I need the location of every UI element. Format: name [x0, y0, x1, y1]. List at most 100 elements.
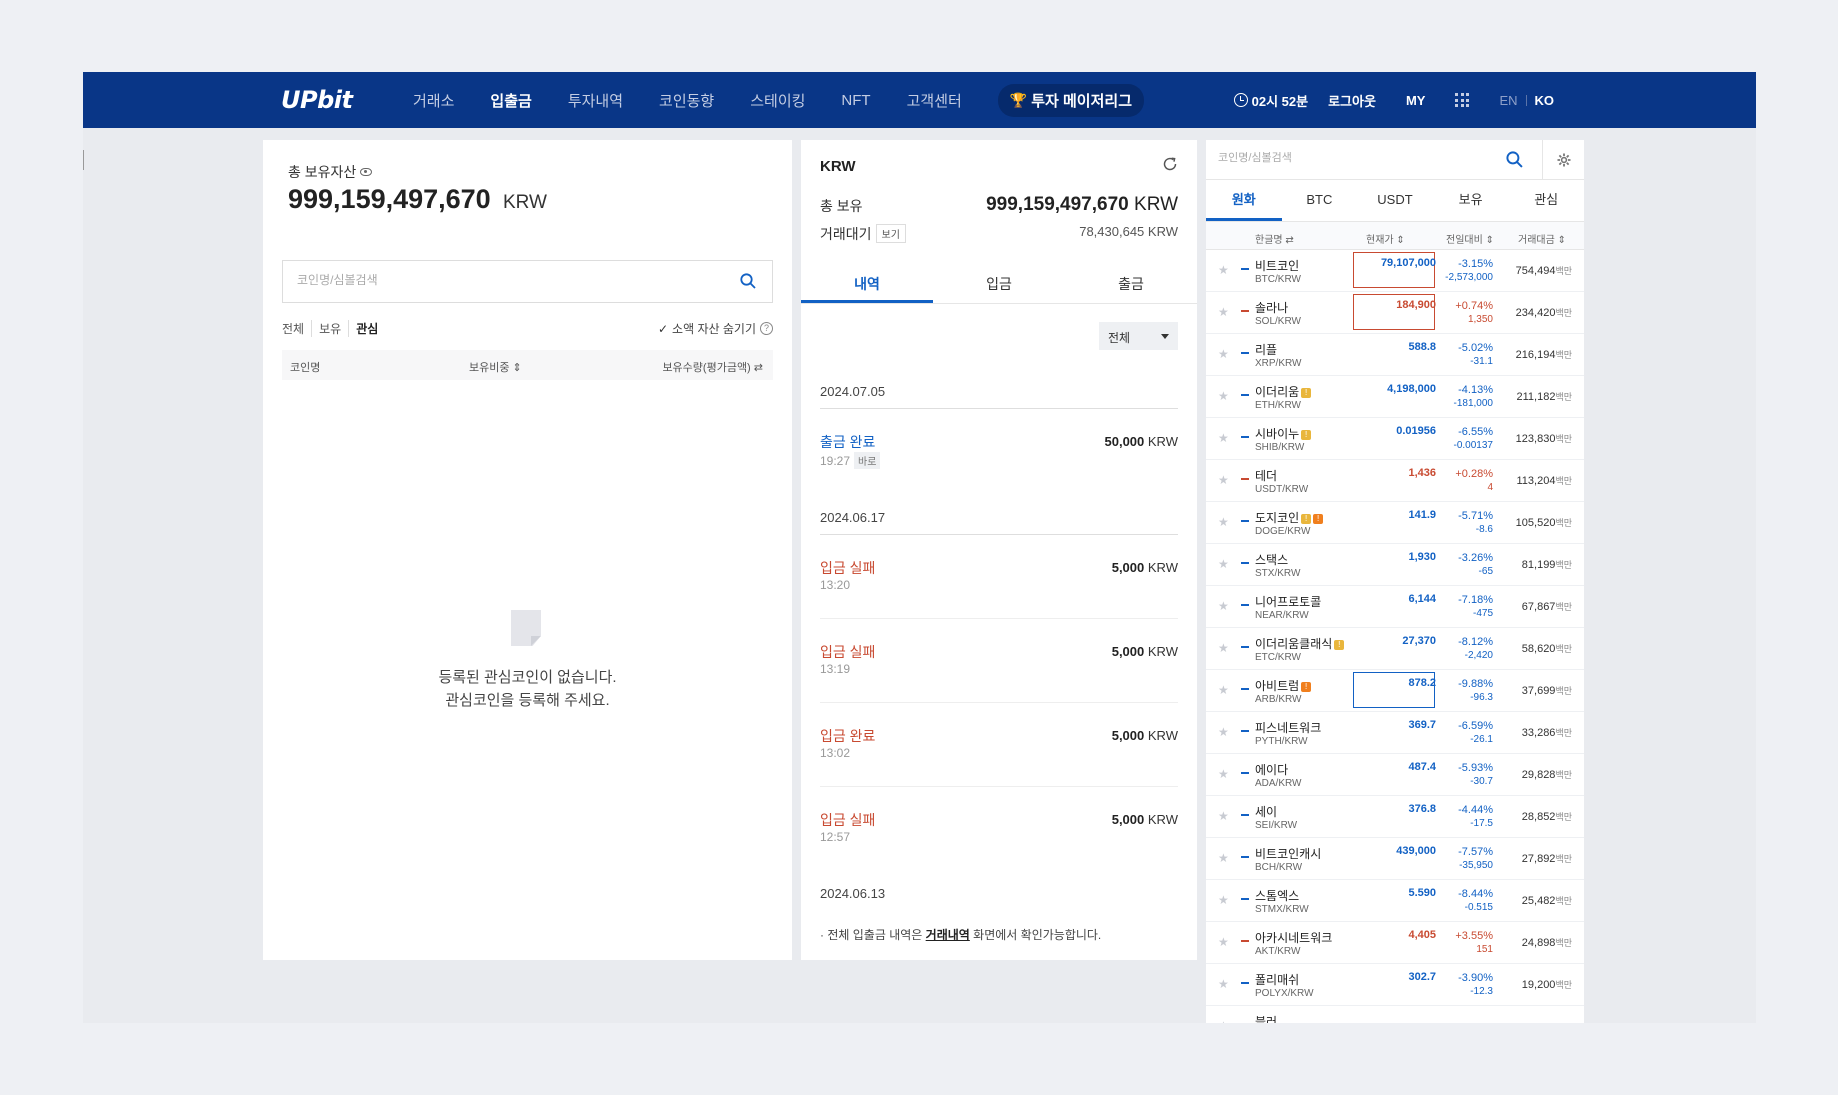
star-icon[interactable]: ★ [1218, 431, 1229, 445]
pending-view-button[interactable]: 보기 [875, 224, 906, 243]
help-icon[interactable]: ? [760, 322, 773, 335]
star-icon[interactable]: ★ [1218, 641, 1229, 655]
star-icon[interactable]: ★ [1218, 515, 1229, 529]
coin-row[interactable]: ★ 니어프로토콜 NEAR/KRW 6,144 -7.18% -475 67,867백만 [1206, 586, 1584, 628]
coin-row[interactable]: ★ 솔라나 SOL/KRW 184,900 +0.74% 1,350 234,420백만 [1206, 292, 1584, 334]
coin-pair: PYTH/KRW [1255, 736, 1308, 747]
history-filter-select[interactable]: 전체 [1099, 322, 1178, 350]
coin-volume-unit: 백만 [1555, 602, 1572, 612]
coin-row[interactable]: ★ 테더 USDT/KRW 1,436 +0.28% 4 113,204백만 [1206, 460, 1584, 502]
star-icon[interactable]: ★ [1218, 725, 1229, 739]
col-korean-name[interactable]: 한글명 ⇄ [1255, 231, 1294, 246]
eye-icon[interactable] [360, 168, 373, 176]
coin-pair: ETC/KRW [1255, 652, 1301, 663]
tab-holdings[interactable]: 보유 [1433, 180, 1509, 221]
refresh-icon[interactable] [1162, 156, 1178, 172]
search-icon[interactable] [1506, 151, 1523, 168]
hide-small-assets-toggle[interactable]: ✓ 소액 자산 숨기기 ? [658, 320, 773, 337]
trade-history-link[interactable]: 거래내역 [926, 928, 970, 942]
my-page-button[interactable]: MY [1406, 93, 1426, 108]
nav-customer-center[interactable]: 고객센터 [907, 90, 962, 111]
filter-all[interactable]: 전체 [282, 320, 311, 337]
tab-usdt-market[interactable]: USDT [1357, 180, 1433, 221]
star-icon[interactable]: ★ [1218, 347, 1229, 361]
coin-row[interactable]: ★ 에이다 ADA/KRW 487.4 -5.93% -30.7 29,828백만 [1206, 754, 1584, 796]
star-icon[interactable]: ★ [1218, 389, 1229, 403]
nav-staking[interactable]: 스테이킹 [750, 90, 805, 111]
coin-volume-value: 754,494 [1515, 265, 1556, 277]
filter-holdings[interactable]: 보유 [311, 320, 348, 337]
coin-row[interactable]: ★ 이더리움클래식! ETC/KRW 27,370 -8.12% -2,420 58,620… [1206, 628, 1584, 670]
tx-tag: 바로 [854, 452, 881, 469]
total-assets-amount: 999,159,497,670 [288, 184, 491, 214]
star-icon[interactable]: ★ [1218, 1019, 1229, 1023]
coin-name: 이더리움클래식! [1255, 635, 1345, 652]
logout-button[interactable]: 로그아웃 [1328, 91, 1376, 110]
settings-button[interactable] [1542, 140, 1584, 180]
nav-coin-trends[interactable]: 코인동향 [659, 90, 714, 111]
star-icon[interactable]: ★ [1218, 767, 1229, 781]
tab-krw-market[interactable]: 원화 [1206, 180, 1282, 221]
nav-investment-history[interactable]: 투자내역 [568, 90, 623, 111]
coin-row[interactable]: ★ 블러 [1206, 1006, 1584, 1023]
star-icon[interactable]: ★ [1218, 557, 1229, 571]
nav-exchange[interactable]: 거래소 [413, 90, 454, 111]
nav-nft[interactable]: NFT [841, 92, 870, 109]
tab-withdraw[interactable]: 출금 [1065, 264, 1197, 303]
star-icon[interactable]: ★ [1218, 305, 1229, 319]
coin-row[interactable]: ★ 시바이누! SHIB/KRW 0.01956 -6.55% -0.00137 123,8… [1206, 418, 1584, 460]
lang-en-button[interactable]: EN [1499, 93, 1517, 108]
star-icon[interactable]: ★ [1218, 935, 1229, 949]
coin-volume-value: 113,204 [1516, 475, 1556, 487]
coin-volume-value: 25,482 [1521, 895, 1556, 907]
coin-row[interactable]: ★ 세이 SEI/KRW 376.8 -4.44% -17.5 28,852백만 [1206, 796, 1584, 838]
coin-row[interactable]: ★ 폴리매쉬 POLYX/KRW 302.7 -3.90% -12.3 19,200백만 [1206, 964, 1584, 1006]
coin-row[interactable]: ★ 피스네트워크 PYTH/KRW 369.7 -6.59% -26.1 33,286백만 [1206, 712, 1584, 754]
star-icon[interactable]: ★ [1218, 473, 1229, 487]
coin-change-amount: -12.3 [1470, 986, 1493, 997]
star-icon[interactable]: ★ [1218, 599, 1229, 613]
coin-row[interactable]: ★ 아비트럼! ARB/KRW 878.2 -9.88% -96.3 37,699백만 [1206, 670, 1584, 712]
col-change[interactable]: 전일대비 ⇕ [1446, 231, 1494, 246]
tab-deposit[interactable]: 입금 [933, 264, 1065, 303]
total-holding-unit: KRW [1134, 194, 1178, 215]
tx-status: 입금 실패 [820, 644, 876, 660]
search-icon[interactable] [740, 273, 756, 289]
col-holding-qty[interactable]: 보유수량(평가금액) ⇄ [662, 359, 763, 375]
coin-volume-value: 58,620 [1521, 643, 1556, 655]
coin-volume-unit: 백만 [1555, 686, 1572, 696]
nav-deposit-withdraw[interactable]: 입출금 [490, 90, 531, 111]
tab-favorites[interactable]: 관심 [1508, 180, 1584, 221]
col-holding-ratio[interactable]: 보유비중 ⇕ [469, 359, 522, 375]
coin-row[interactable]: ★ 이더리움! ETH/KRW 4,198,000 -4.13% -181,000 211,… [1206, 376, 1584, 418]
coin-row[interactable]: ★ 비트코인 BTC/KRW 79,107,000 -3.15% -2,573,000 75… [1206, 250, 1584, 292]
coin-row[interactable]: ★ 아카시네트워크 AKT/KRW 4,405 +3.55% 151 24,898백만 [1206, 922, 1584, 964]
star-icon[interactable]: ★ [1218, 683, 1229, 697]
star-icon[interactable]: ★ [1218, 851, 1229, 865]
history-note: · 전체 입출금 내역은 거래내역 화면에서 확인가능합니다. [820, 926, 1101, 943]
coin-row[interactable]: ★ 스톰엑스 STMX/KRW 5.590 -8.44% -0.515 25,482백만 [1206, 880, 1584, 922]
star-icon[interactable]: ★ [1218, 809, 1229, 823]
coin-pair: ETH/KRW [1255, 400, 1301, 411]
app-grid-icon[interactable] [1455, 93, 1470, 107]
upbit-logo[interactable]: UPbit [281, 86, 353, 114]
coin-row[interactable]: ★ 스택스 STX/KRW 1,930 -3.26% -65 81,199백만 [1206, 544, 1584, 586]
filter-favorites[interactable]: 관심 [348, 320, 385, 337]
coin-name-text: 솔라나 [1255, 301, 1289, 315]
star-icon[interactable]: ★ [1218, 893, 1229, 907]
tab-history[interactable]: 내역 [801, 264, 933, 303]
coin-row[interactable]: ★ 리플 XRP/KRW 588.8 -5.02% -31.1 216,194백만 [1206, 334, 1584, 376]
session-timer[interactable]: 02시 52분 [1233, 91, 1308, 110]
lang-ko-button[interactable]: KO [1535, 93, 1555, 108]
tab-btc-market[interactable]: BTC [1282, 180, 1358, 221]
market-search-input[interactable] [1218, 152, 1498, 164]
star-icon[interactable]: ★ [1218, 263, 1229, 277]
mini-candle-icon [1241, 520, 1249, 522]
star-icon[interactable]: ★ [1218, 977, 1229, 991]
col-volume[interactable]: 거래대금 ⇕ [1518, 231, 1566, 246]
coin-row[interactable]: ★ 비트코인캐시 BCH/KRW 439,000 -7.57% -35,950 27,892… [1206, 838, 1584, 880]
col-current-price[interactable]: 현재가 ⇕ [1366, 231, 1405, 246]
coin-row[interactable]: ★ 도지코인!! DOGE/KRW 141.9 -5.71% -8.6 105,520백만 [1206, 502, 1584, 544]
coin-search-input[interactable] [297, 273, 717, 287]
nav-investment-major-league[interactable]: 🏆 투자 메이저리그 [997, 83, 1145, 117]
